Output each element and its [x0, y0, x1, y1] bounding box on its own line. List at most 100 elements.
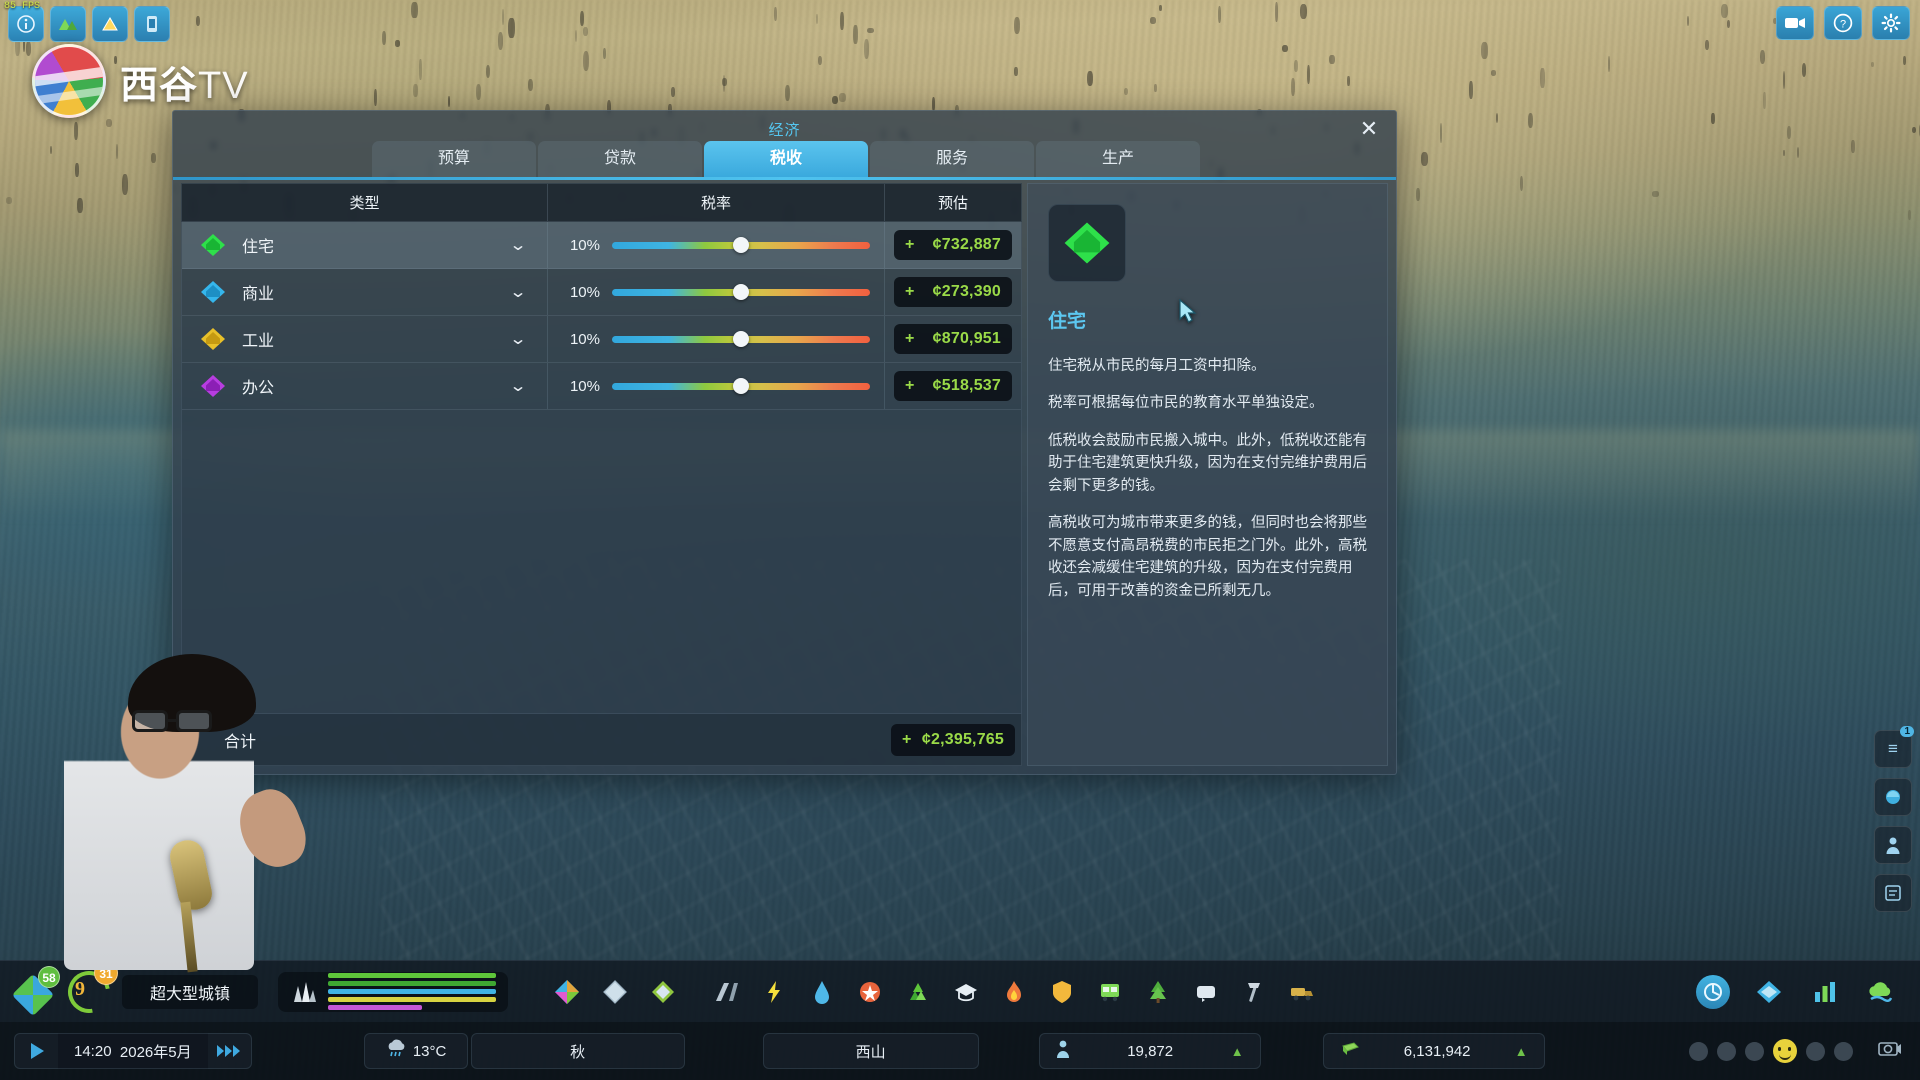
- population-trend-icon: ▲: [1230, 1043, 1244, 1059]
- demand-indicator[interactable]: [278, 971, 509, 1012]
- milestone-inner-number: 9: [75, 977, 85, 1000]
- table-row[interactable]: 商业 ⌄ 10% + ¢273,390: [182, 269, 1021, 316]
- garbage-tool-icon[interactable]: [856, 978, 884, 1006]
- minimize-panel-button[interactable]: ≡ 1: [1874, 726, 1914, 768]
- zoning-tool-icon[interactable]: [552, 977, 582, 1007]
- slider-knob[interactable]: [733, 284, 749, 300]
- public-transport-tool-icon[interactable]: [1096, 978, 1124, 1006]
- slider-knob[interactable]: [733, 237, 749, 253]
- glasses-bridge: [168, 719, 178, 722]
- terrain-speck: [1123, 88, 1128, 96]
- channel-name: 西谷TV: [120, 64, 249, 107]
- citizen-overlay-button[interactable]: [1874, 826, 1912, 864]
- population-indicator[interactable]: 19,872 ▲: [1038, 1033, 1261, 1069]
- camera-icon[interactable]: [1878, 1039, 1902, 1063]
- time-controls: 14:20 2026年5月: [14, 1033, 252, 1069]
- slider-knob[interactable]: [733, 331, 749, 347]
- electricity-tool-icon[interactable]: [760, 978, 788, 1006]
- row-rate-cell-industrial: 10%: [548, 316, 885, 362]
- table-row[interactable]: 工业 ⌄ 10% + ¢870,951: [182, 316, 1021, 363]
- chevron-down-icon[interactable]: ⌄: [500, 282, 535, 302]
- tab-production[interactable]: 生产: [1036, 141, 1200, 177]
- chevron-down-icon[interactable]: ⌄: [500, 329, 535, 349]
- season-indicator: 秋: [470, 1033, 685, 1069]
- demand-bar-industrial: [328, 997, 497, 1002]
- terrain-speck: [1290, 77, 1296, 96]
- natural-resources-button[interactable]: [50, 6, 86, 42]
- parks-tool-icon[interactable]: [1144, 978, 1172, 1006]
- table-header-row: 类型 税率 预估: [181, 183, 1022, 222]
- terrain-speck: [411, 1, 418, 19]
- roads-tool-icon[interactable]: [712, 978, 740, 1006]
- education-tool-icon[interactable]: [952, 978, 980, 1006]
- weather-indicator[interactable]: 13°C: [363, 1033, 468, 1069]
- chirper-button[interactable]: [134, 6, 170, 42]
- healthcare-tool-icon[interactable]: [904, 978, 932, 1006]
- row-rate-cell-residential: 10%: [548, 222, 885, 268]
- notes-overlay-button[interactable]: [1874, 874, 1912, 912]
- terrain-speck: [864, 39, 870, 60]
- tax-table: 类型 税率 预估 住宅 ⌄ 10% + ¢732,887 商业 ⌄ 10% + …: [181, 183, 1022, 766]
- area-tool-icon[interactable]: [648, 977, 678, 1007]
- water-sewage-tool-icon[interactable]: [808, 978, 836, 1006]
- police-tool-icon[interactable]: [1048, 978, 1076, 1006]
- table-row[interactable]: 办公 ⌄ 10% + ¢518,537: [182, 363, 1021, 410]
- close-icon[interactable]: ✕: [1356, 117, 1382, 143]
- estimate-amount: ¢870,951: [932, 330, 1001, 347]
- demand-bar-office: [328, 1005, 423, 1010]
- cinematic-camera-button[interactable]: [1776, 6, 1814, 40]
- economy-button[interactable]: [1864, 975, 1898, 1009]
- svg-text:?: ?: [1840, 19, 1846, 31]
- terrain-speck: [1282, 44, 1289, 52]
- tab-underline: [173, 177, 1396, 180]
- weather-overlay-button[interactable]: [1874, 778, 1912, 816]
- panel-tabs: 预算 贷款 税收 服务 生产: [372, 141, 1200, 177]
- settings-gear-icon[interactable]: [1872, 6, 1910, 40]
- terrain-speck: [1306, 65, 1310, 85]
- terrain-speck: [1014, 17, 1021, 34]
- terrain-speck: [122, 173, 129, 195]
- unique-buildings-tool-icon[interactable]: [1192, 978, 1220, 1006]
- estimate-sign: +: [905, 283, 915, 300]
- city-info-button[interactable]: [1752, 975, 1786, 1009]
- terrain-speck: [1759, 49, 1766, 65]
- fast-forward-button[interactable]: [207, 1033, 252, 1069]
- tab-services[interactable]: 服务: [870, 141, 1034, 177]
- tax-rate-slider[interactable]: [612, 237, 870, 253]
- tab-loans[interactable]: 贷款: [538, 141, 702, 177]
- tax-rate-slider[interactable]: [612, 378, 870, 394]
- terrain-speck: [840, 12, 844, 30]
- money-icon: [1340, 1040, 1360, 1062]
- panel-body: 类型 税率 预估 住宅 ⌄ 10% + ¢732,887 商业 ⌄ 10% + …: [181, 183, 1388, 766]
- demand-bar-residential-high: [328, 973, 497, 978]
- tab-budget[interactable]: 预算: [372, 141, 536, 177]
- tax-rate-slider[interactable]: [612, 284, 870, 300]
- terrain-speck: [116, 143, 119, 160]
- money-indicator[interactable]: 6,131,942 ▲: [1322, 1033, 1545, 1069]
- landscaping-button[interactable]: [92, 6, 128, 42]
- terrain-speck: [1851, 140, 1855, 154]
- statistics-button[interactable]: [1808, 975, 1842, 1009]
- landscaping-tool-icon[interactable]: [1240, 978, 1268, 1006]
- tab-taxation[interactable]: 税收: [704, 141, 868, 177]
- terrain-speck: [785, 85, 791, 101]
- tax-rate-slider[interactable]: [612, 331, 870, 347]
- terrain-speck: [1490, 69, 1497, 76]
- help-button[interactable]: ?: [1824, 6, 1862, 40]
- policies-button[interactable]: [1696, 974, 1730, 1009]
- terrain-speck: [501, 8, 505, 26]
- roads-maintenance-tool-icon[interactable]: [1288, 978, 1316, 1006]
- table-row[interactable]: 住宅 ⌄ 10% + ¢732,887: [182, 222, 1021, 269]
- slider-knob[interactable]: [733, 378, 749, 394]
- terrain-speck: [867, 27, 874, 34]
- chevron-down-icon[interactable]: ⌄: [500, 235, 535, 255]
- fire-department-tool-icon[interactable]: [1000, 978, 1028, 1006]
- notification-badge: 1: [1900, 726, 1914, 737]
- happiness-dot: [1806, 1041, 1825, 1061]
- district-tool-icon[interactable]: [600, 977, 630, 1007]
- play-button[interactable]: [14, 1033, 58, 1069]
- chevron-down-icon[interactable]: ⌄: [500, 376, 535, 396]
- table-total-row: 合计 + ¢2,395,765: [181, 714, 1022, 766]
- terrain-speck: [1726, 20, 1731, 28]
- zone-label: 工业: [242, 333, 275, 350]
